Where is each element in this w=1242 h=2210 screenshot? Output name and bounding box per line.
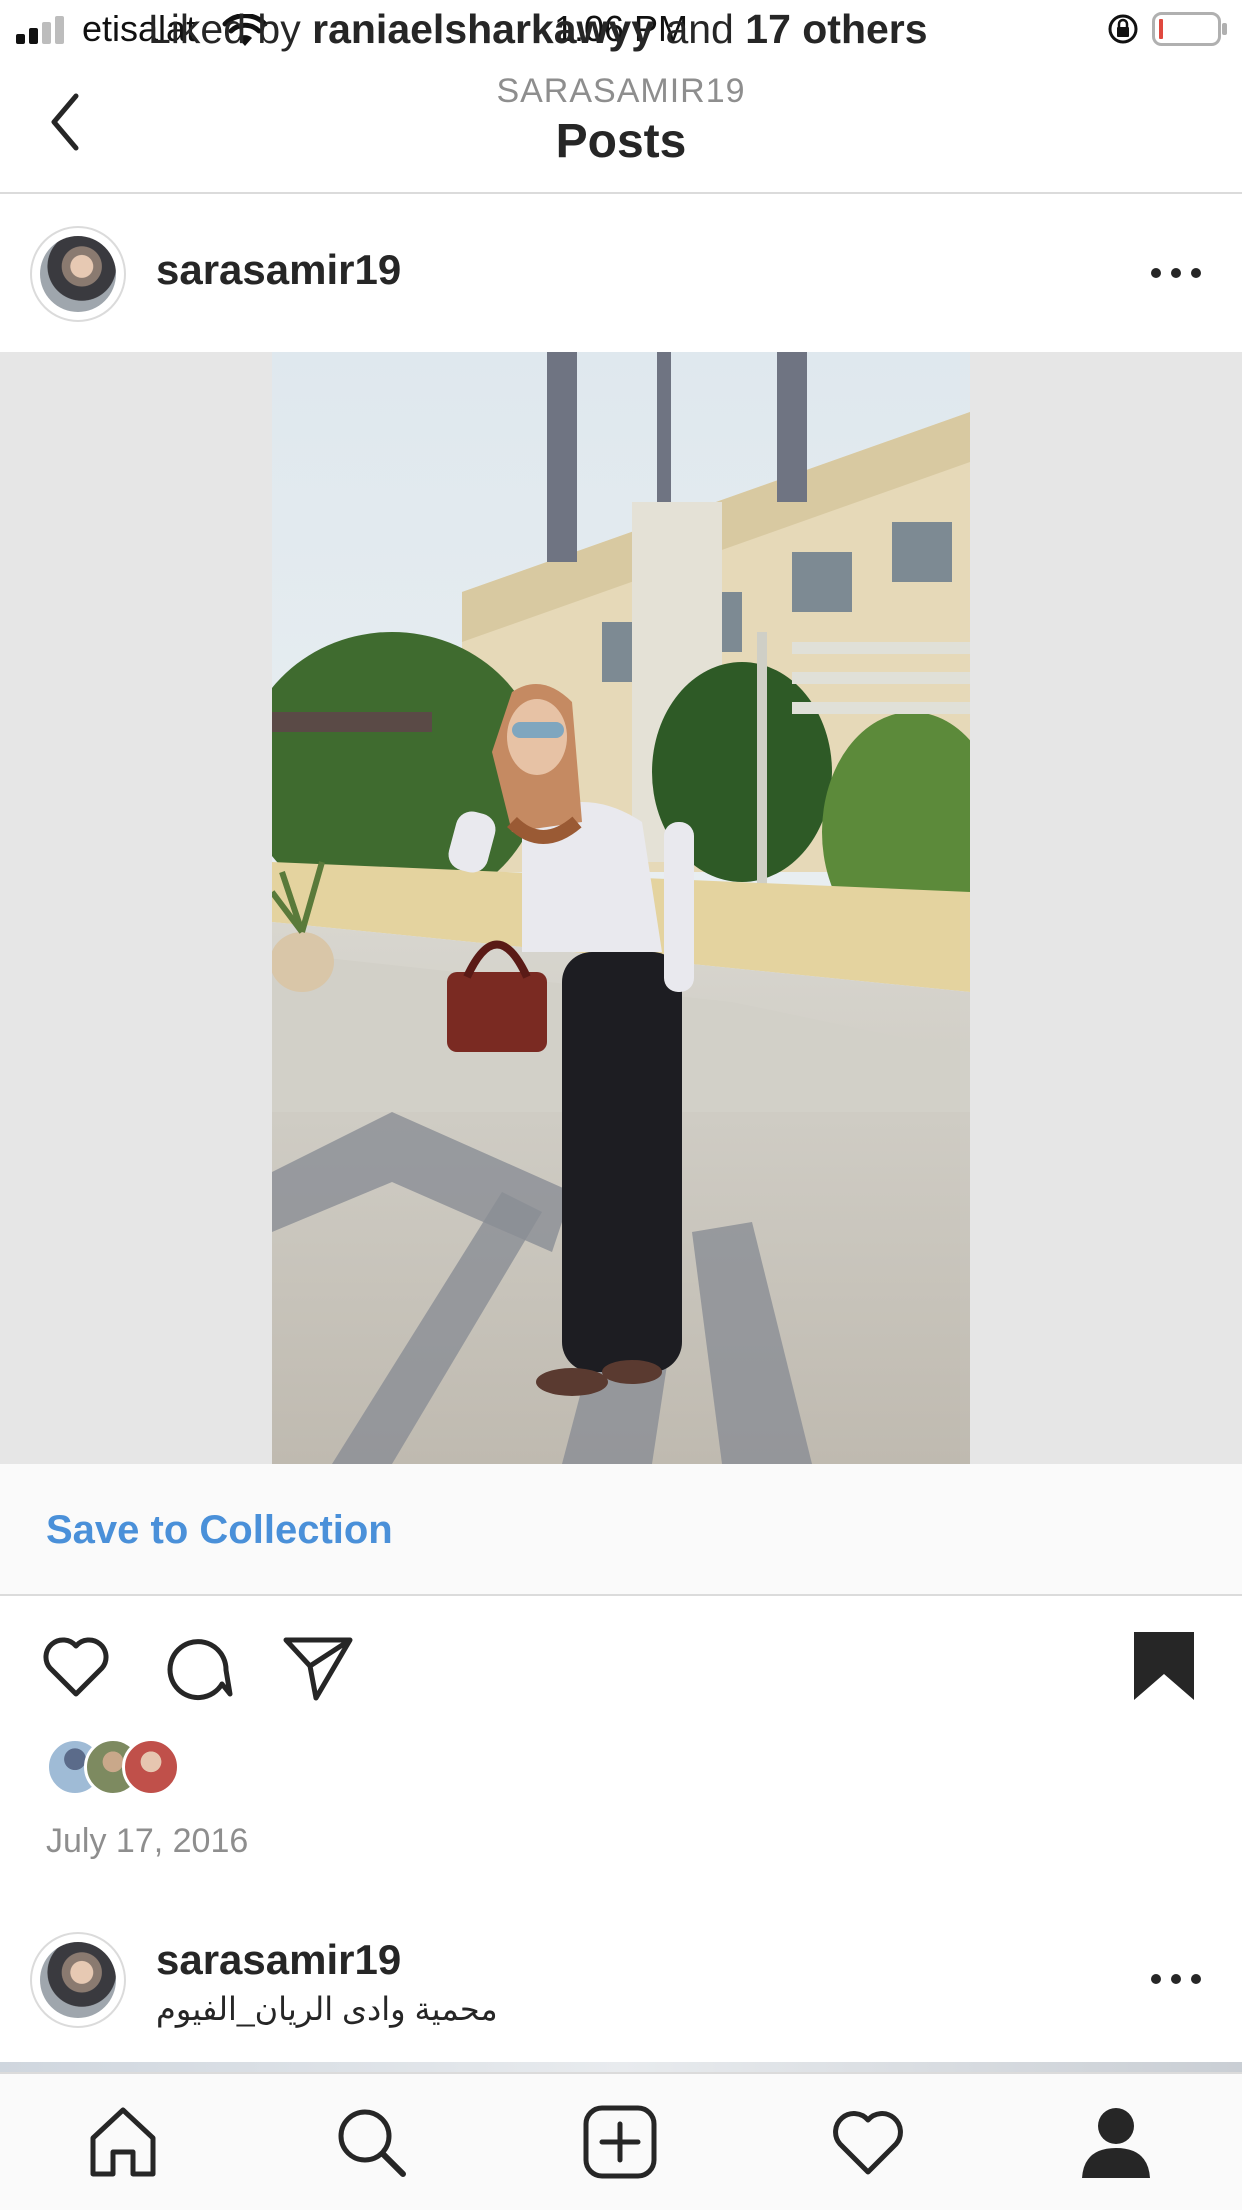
share-button[interactable] [280,1628,356,1704]
nav-header: SARASAMIR19 Posts [0,58,1242,194]
next-post-author-avatar[interactable] [30,1932,126,2028]
save-to-collection-bar: Save to Collection [0,1464,1242,1596]
like-button[interactable] [38,1628,114,1704]
liked-by-and: and [665,6,734,52]
post-author-username[interactable]: sarasamir19 [156,246,401,294]
heart-icon [833,2111,903,2175]
profile-person-icon [1082,2108,1150,2178]
post-date: July 17, 2016 [46,1822,249,1860]
more-dots-icon [1151,1974,1201,1984]
page-title: Posts [555,115,687,168]
liked-by-username[interactable]: raniaelsharkawyy [312,6,654,52]
tab-activity[interactable] [828,2102,908,2182]
next-post-more-options-button[interactable] [1146,1964,1206,1994]
bookmark-filled-icon [1134,1632,1194,1700]
post-author-avatar[interactable] [30,226,126,322]
more-dots-icon [1151,268,1201,278]
post-photo[interactable] [272,352,970,1464]
tab-create[interactable] [580,2102,660,2182]
search-icon [338,2109,406,2177]
tab-search[interactable] [331,2102,411,2182]
heart-icon [43,1637,109,1697]
bookmark-button[interactable] [1126,1628,1202,1704]
paper-plane-icon [283,1637,353,1701]
nav-subtitle: SARASAMIR19 [496,72,746,110]
orientation-lock-icon [1108,14,1138,44]
post-photo-container[interactable] [0,352,1242,1464]
save-to-collection-link[interactable]: Save to Collection [46,1508,393,1553]
bottom-tab-bar [0,2072,1242,2210]
next-post-location[interactable]: محمية وادى الريان_الفيوم [156,1990,498,2028]
comment-bubble-icon [167,1639,233,1701]
tab-home[interactable] [83,2102,163,2182]
next-post-photo[interactable] [0,2062,1242,2072]
post-photo-image [272,352,970,1464]
liked-by-text: Liked by raniaelsharkawyy and 17 others [148,6,928,53]
liked-by-others[interactable]: 17 others [745,6,927,52]
home-icon [90,2107,156,2177]
more-options-button[interactable] [1146,258,1206,288]
avatar-image [40,236,116,312]
liked-by-prefix: Liked by [148,6,301,52]
next-post-author-username[interactable]: sarasamir19 [156,1936,401,1984]
liker-avatar [122,1738,180,1796]
comment-button[interactable] [160,1628,236,1704]
add-post-icon [583,2105,657,2179]
battery-icon [1152,12,1227,46]
avatar-image [40,1942,116,2018]
tab-profile[interactable] [1076,2102,1156,2182]
